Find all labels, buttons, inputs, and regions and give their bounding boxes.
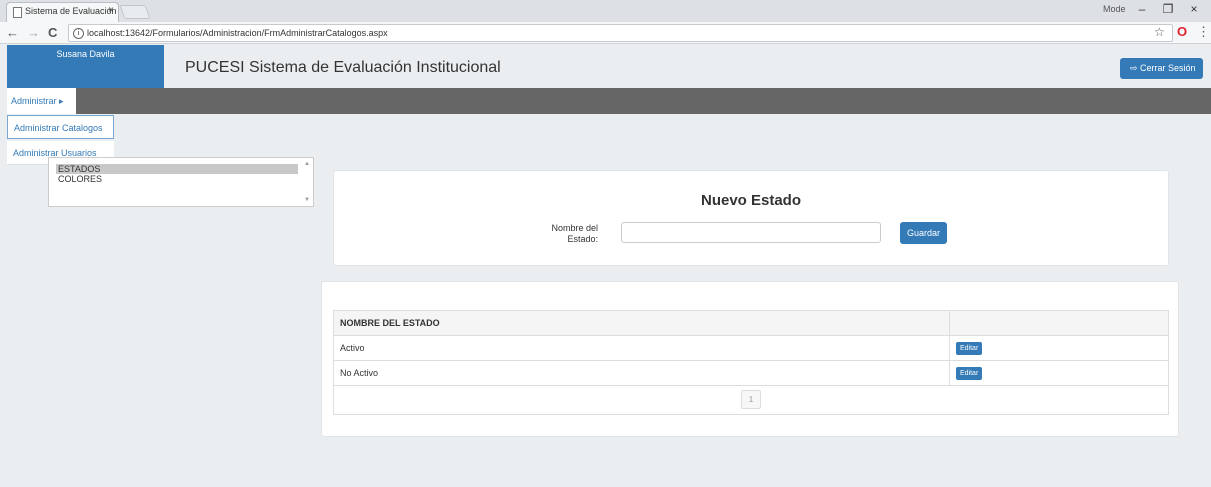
header-state-name: NOMBRE DEL ESTADO bbox=[333, 310, 950, 336]
action-cell: Editar bbox=[949, 335, 1169, 361]
edit-button[interactable]: Editar bbox=[956, 341, 983, 355]
browser-tab-bar bbox=[0, 0, 1211, 22]
restore-icon[interactable]: ❐ bbox=[1158, 2, 1178, 16]
tab-title: Sistema de Evaluación In bbox=[25, 6, 119, 16]
tab-close-icon[interactable]: × bbox=[108, 5, 114, 16]
window-close-icon[interactable]: × bbox=[1184, 2, 1204, 16]
catalog-option-colores[interactable]: COLORES bbox=[56, 174, 298, 184]
url-input[interactable]: i localhost:13642/Formularios/Administra… bbox=[68, 24, 1173, 42]
admin-menu[interactable]: Administrar ▸ bbox=[7, 88, 76, 114]
catalog-option-estados[interactable]: ESTADOS bbox=[56, 164, 298, 174]
scroll-down-icon[interactable]: ▼ bbox=[304, 197, 310, 203]
info-icon[interactable]: i bbox=[73, 28, 84, 39]
state-name-label: Nombre del Estado: bbox=[551, 223, 598, 244]
menu-item-catalogos[interactable]: Administrar Catalogos bbox=[7, 115, 114, 139]
user-panel: Susana Davila bbox=[7, 45, 164, 88]
logout-button[interactable]: ⇨ Cerrar Sesión bbox=[1120, 58, 1203, 79]
page-icon bbox=[13, 7, 22, 18]
table-header-row: NOMBRE DEL ESTADO bbox=[333, 310, 1169, 336]
catalog-listbox[interactable]: ESTADOS COLORES ▲ ▼ bbox=[48, 157, 314, 207]
save-button[interactable]: Guardar bbox=[900, 222, 947, 244]
header-actions bbox=[949, 310, 1169, 336]
page-title: PUCESI Sistema de Evaluación Institucion… bbox=[185, 59, 501, 76]
url-text: localhost:13642/Formularios/Administraci… bbox=[87, 28, 388, 38]
reload-icon[interactable]: C bbox=[48, 25, 57, 40]
form-title: Nuevo Estado bbox=[700, 192, 802, 209]
back-icon[interactable]: ← bbox=[6, 25, 19, 40]
minimize-icon[interactable]: – bbox=[1132, 2, 1152, 16]
browser-tab[interactable]: Sistema de Evaluación In × bbox=[6, 2, 119, 22]
table-row: Activo Editar bbox=[333, 335, 1169, 361]
main-navbar bbox=[7, 88, 1211, 114]
state-name-cell: Activo bbox=[333, 335, 950, 361]
browser-menu-icon[interactable]: ⋮ bbox=[1197, 24, 1210, 40]
new-state-panel bbox=[333, 170, 1169, 266]
page-number-button[interactable]: 1 bbox=[741, 390, 761, 409]
edit-button[interactable]: Editar bbox=[956, 366, 983, 380]
scroll-up-icon[interactable]: ▲ bbox=[304, 161, 310, 167]
opera-icon[interactable]: O bbox=[1177, 24, 1187, 39]
new-tab-button[interactable] bbox=[119, 5, 151, 19]
state-name-input[interactable] bbox=[621, 222, 881, 243]
user-name: Susana Davila bbox=[56, 49, 115, 59]
bookmark-star-icon[interactable]: ☆ bbox=[1154, 25, 1165, 39]
states-table: NOMBRE DEL ESTADO Activo Editar No Activ… bbox=[333, 310, 1169, 386]
profile-label[interactable]: Mode bbox=[1103, 4, 1126, 14]
forward-icon[interactable]: → bbox=[27, 25, 40, 40]
